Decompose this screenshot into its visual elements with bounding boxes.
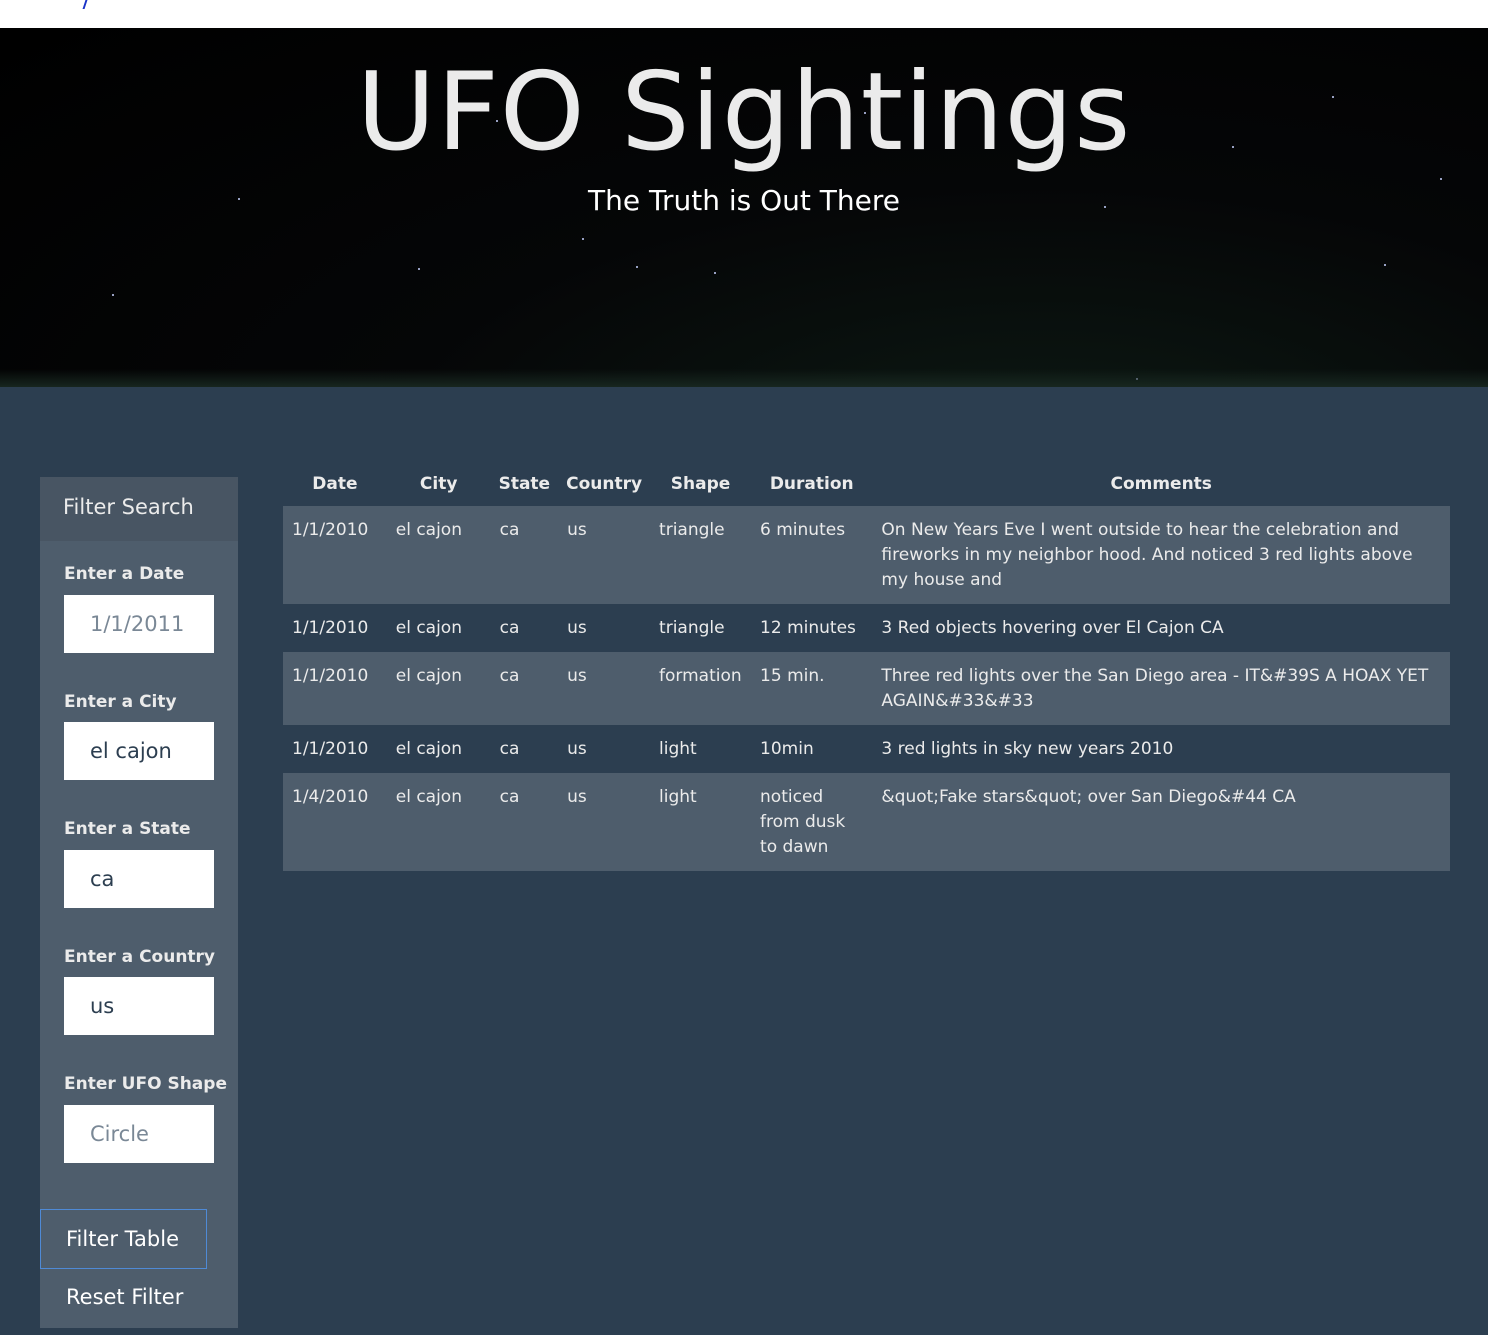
- cell-shape: light: [659, 787, 697, 807]
- table-row: 1/1/2010 el cajon ca us formation 15 min…: [283, 652, 1450, 725]
- cell-comments: 3 Red objects hovering over El Cajon CA: [881, 618, 1224, 638]
- column-header-country: Country: [566, 474, 643, 494]
- reset-filter-button[interactable]: Reset Filter: [40, 1273, 238, 1321]
- page-subtitle: The Truth is Out There: [588, 184, 900, 217]
- hero-banner: UFO Sightings The Truth is Out There: [0, 28, 1488, 387]
- column-header-city: City: [419, 474, 458, 494]
- cell-comments: &quot;Fake stars&quot; over San Diego&#4…: [881, 787, 1296, 807]
- shape-input[interactable]: [64, 1105, 214, 1163]
- cell-date: 1/1/2010: [292, 618, 369, 638]
- cell-duration: 10min: [760, 739, 814, 759]
- cell-date: 1/1/2010: [292, 739, 369, 759]
- cell-country: us: [567, 666, 587, 686]
- cell-city: el cajon: [395, 739, 462, 759]
- date-input[interactable]: [64, 595, 214, 653]
- cell-state: ca: [499, 666, 520, 686]
- cell-state: ca: [499, 618, 520, 638]
- cell-shape: formation: [659, 666, 742, 686]
- cell-date: 1/4/2010: [292, 787, 369, 807]
- column-header-shape: Shape: [670, 474, 731, 494]
- cell-duration: noticed from dusk to dawn: [760, 787, 846, 857]
- country-label: Enter a Country: [64, 947, 216, 967]
- top-bar: [0, 0, 1488, 28]
- filter-sidebar: Filter Search Enter a Date Enter a City …: [40, 477, 238, 1328]
- column-header-date: Date: [312, 474, 358, 494]
- cell-shape: light: [659, 739, 697, 759]
- filter-table-button[interactable]: Filter Table: [40, 1209, 207, 1269]
- sightings-table-container: Date City State Country Shape Duration C…: [283, 462, 1450, 871]
- cell-shape: triangle: [659, 520, 725, 540]
- page-title: UFO Sightings: [356, 50, 1132, 175]
- cell-date: 1/1/2010: [292, 666, 369, 686]
- table-row: 1/1/2010 el cajon ca us triangle 12 minu…: [283, 604, 1450, 652]
- table-row: 1/1/2010 el cajon ca us light 10min 3 re…: [283, 725, 1450, 773]
- column-header-duration: Duration: [769, 474, 854, 494]
- state-label: Enter a State: [64, 819, 191, 839]
- column-header-state: State: [498, 474, 551, 494]
- date-label: Enter a Date: [64, 564, 185, 584]
- cell-state: ca: [499, 787, 520, 807]
- cursor-mark-icon: [82, 0, 89, 9]
- cell-city: el cajon: [395, 618, 462, 638]
- filter-search-heading: Filter Search: [40, 477, 238, 541]
- cell-comments: Three red lights over the San Diego area…: [881, 666, 1429, 711]
- cell-country: us: [567, 520, 587, 540]
- cell-city: el cajon: [395, 787, 462, 807]
- sightings-table: Date City State Country Shape Duration C…: [283, 462, 1450, 871]
- table-row: 1/1/2010 el cajon ca us triangle 6 minut…: [283, 506, 1450, 604]
- cell-state: ca: [499, 520, 520, 540]
- column-header-comments: Comments: [1110, 474, 1212, 494]
- cell-country: us: [567, 618, 587, 638]
- cell-state: ca: [499, 739, 520, 759]
- city-label: Enter a City: [64, 692, 177, 712]
- shape-label: Enter UFO Shape: [64, 1074, 227, 1094]
- country-input[interactable]: [64, 977, 214, 1035]
- table-header-row: Date City State Country Shape Duration C…: [283, 462, 1450, 506]
- cell-duration: 12 minutes: [760, 618, 856, 638]
- cell-city: el cajon: [395, 666, 462, 686]
- cell-comments: On New Years Eve I went outside to hear …: [881, 520, 1413, 590]
- cell-date: 1/1/2010: [292, 520, 369, 540]
- cell-duration: 15 min.: [760, 666, 825, 686]
- cell-city: el cajon: [395, 520, 462, 540]
- table-row: 1/4/2010 el cajon ca us light noticed fr…: [283, 773, 1450, 871]
- state-input[interactable]: [64, 850, 214, 908]
- cell-country: us: [567, 787, 587, 807]
- cell-shape: triangle: [659, 618, 725, 638]
- city-input[interactable]: [64, 722, 214, 780]
- cell-duration: 6 minutes: [760, 520, 846, 540]
- cell-comments: 3 red lights in sky new years 2010: [881, 739, 1174, 759]
- cell-country: us: [567, 739, 587, 759]
